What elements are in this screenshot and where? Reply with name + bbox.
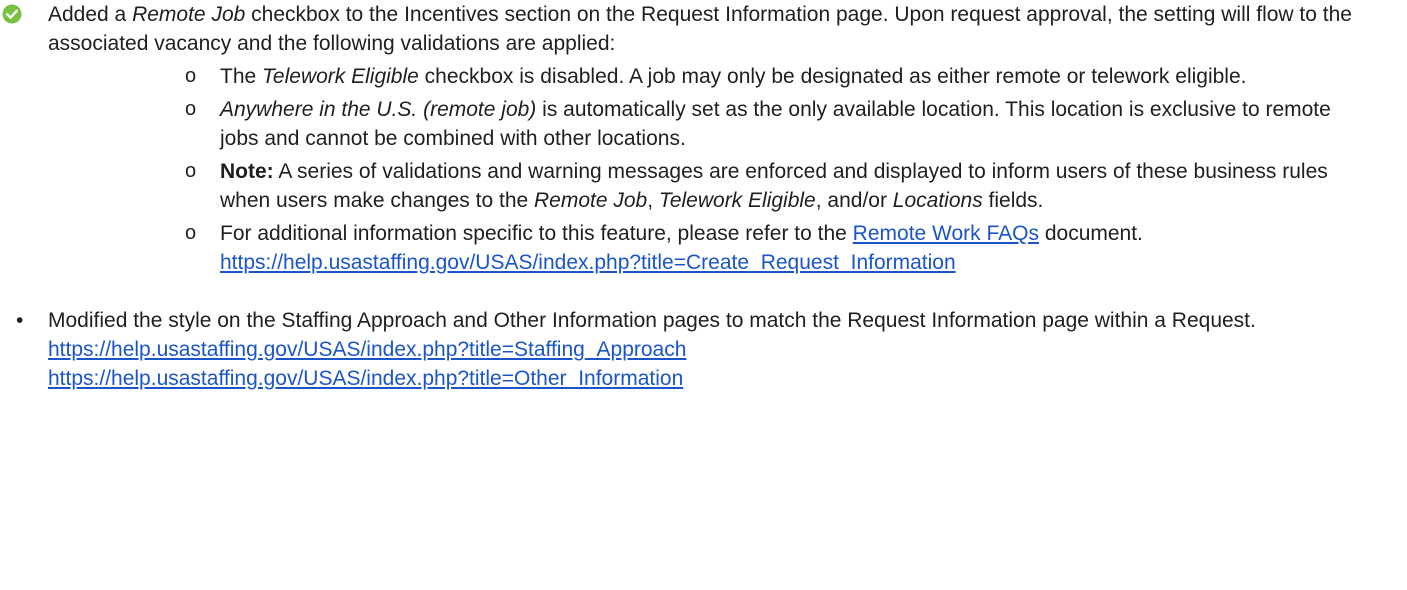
text-run: document. [1039, 222, 1143, 245]
remote-job-term: Remote Job [132, 3, 246, 26]
item-remote-job-text: Added a Remote Job checkbox to the Incen… [48, 0, 1387, 58]
sublist-item-note: o Note: A series of validations and warn… [48, 157, 1387, 215]
text-run: , and/or [815, 189, 893, 212]
release-note-item-style-change: • Modified the style on the Staffing App… [0, 306, 1407, 393]
note-label: Note: [220, 160, 274, 183]
circle-bullet-icon: o [185, 65, 197, 87]
text-run: fields. [982, 189, 1044, 212]
circle-bullet-icon: o [185, 160, 197, 182]
check-circle-icon [2, 4, 22, 24]
text-run: For additional information specific to t… [220, 222, 853, 245]
circle-bullet-icon: o [185, 98, 197, 120]
anywhere-location-term: Anywhere in the U.S. (remote job) [220, 98, 537, 121]
create-request-information-link[interactable]: https://help.usastaffing.gov/USAS/index.… [220, 248, 1367, 277]
bullet-dot-icon: • [16, 309, 24, 332]
other-information-link[interactable]: https://help.usastaffing.gov/USAS/index.… [48, 364, 1387, 393]
release-note-item-remote-job: Added a Remote Job checkbox to the Incen… [0, 0, 1407, 277]
sublist-item-anywhere-location: o Anywhere in the U.S. (remote job) is a… [48, 95, 1387, 153]
remote-work-faqs-link[interactable]: Remote Work FAQs [853, 222, 1039, 245]
staffing-approach-link[interactable]: https://help.usastaffing.gov/USAS/index.… [48, 335, 1387, 364]
validations-sublist: o The Telework Eligible checkbox is disa… [48, 62, 1387, 277]
text-run: Added a [48, 3, 133, 26]
item-style-change-text: Modified the style on the Staffing Appro… [48, 309, 1256, 332]
telework-eligible-term: Telework Eligible [658, 189, 816, 212]
circle-bullet-icon: o [185, 222, 197, 244]
text-run: The [220, 65, 263, 88]
text-run: checkbox is disabled. A job may only be … [418, 65, 1247, 88]
text-run: , [647, 189, 659, 212]
locations-term: Locations [892, 189, 983, 212]
sublist-item-telework-disabled: o The Telework Eligible checkbox is disa… [48, 62, 1387, 91]
telework-eligible-term: Telework Eligible [262, 65, 419, 88]
sublist-item-faq-reference: o For additional information specific to… [48, 219, 1387, 277]
remote-job-term: Remote Job [534, 189, 648, 212]
release-notes-document: Added a Remote Job checkbox to the Incen… [0, 0, 1407, 393]
